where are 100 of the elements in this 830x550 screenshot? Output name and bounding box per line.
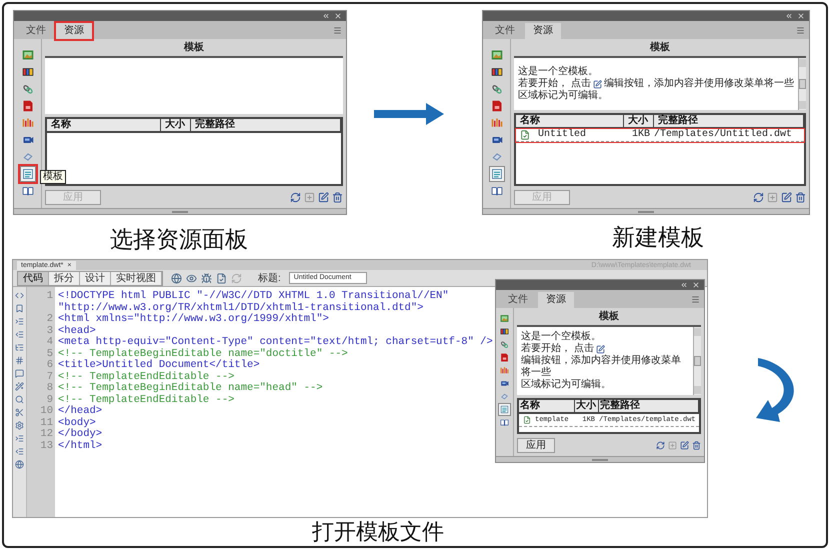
- code-tool-icon[interactable]: [15, 291, 24, 300]
- line-number: 2: [46, 314, 54, 326]
- panel-title: 模板: [648, 40, 671, 55]
- template-row[interactable]: Untitled 1KB /Templates/Untitled.dwt: [516, 129, 804, 142]
- right-arrow: [374, 103, 444, 125]
- view-button[interactable]: 设计: [80, 272, 111, 284]
- code-line: <meta http-equiv="Content-Type" content="text/html; charset=utf-8" />: [58, 337, 493, 348]
- file-icon: [490, 100, 502, 112]
- description-text: 区域标记为可编辑。: [518, 90, 608, 102]
- projector-icon: [490, 134, 502, 146]
- preview-icon[interactable]: [186, 272, 197, 284]
- scrollbar[interactable]: [798, 58, 806, 110]
- edit-icon[interactable]: [781, 192, 792, 202]
- code-line: <!-- TemplateEndEditable -->: [58, 394, 234, 406]
- code-line: </head>: [58, 406, 102, 417]
- apply-button[interactable]: 应用: [517, 438, 555, 452]
- description-text: 这是一个空模板。: [518, 66, 598, 78]
- caption: 打开模板文件: [312, 518, 444, 546]
- delete-icon[interactable]: [795, 192, 806, 202]
- refresh-icon[interactable]: [656, 440, 665, 450]
- column-header[interactable]: 大小: [624, 115, 654, 127]
- code-line: <!DOCTYPE html PUBLIC "-//W3C//DTD XHTML 1.0 Transitional//EN": [58, 291, 449, 302]
- panel-tab[interactable]: 资源: [56, 23, 92, 39]
- picture-icon: [490, 49, 502, 61]
- template-size: 1KB: [630, 129, 651, 141]
- description-text: 这是一个空模板。: [521, 331, 601, 342]
- chain-icon: [490, 83, 502, 95]
- picture-icon: [500, 314, 509, 323]
- line-number: 12: [39, 429, 54, 440]
- code-tool-icon[interactable]: [15, 317, 24, 326]
- code-tool-icon[interactable]: [15, 408, 24, 417]
- book-icon: [500, 418, 509, 427]
- line-number: 6: [46, 360, 54, 372]
- code-line: </body>: [58, 429, 102, 440]
- column-header[interactable]: 大小: [161, 119, 191, 131]
- view-button[interactable]: 代码: [18, 272, 49, 284]
- refresh-icon[interactable]: [753, 192, 764, 202]
- code-line: <body>: [58, 418, 96, 428]
- code-tool-icon[interactable]: [15, 395, 24, 404]
- view-button[interactable]: 实时视图: [111, 272, 162, 284]
- line-number: 13: [39, 440, 54, 452]
- panel-tab[interactable]: 文件: [487, 23, 523, 39]
- code-tool-icon[interactable]: [15, 434, 24, 443]
- line-number: 8: [46, 383, 54, 394]
- code-tool-icon[interactable]: [15, 460, 24, 469]
- code-tool-icon[interactable]: [15, 304, 24, 313]
- line-number: 7: [46, 372, 54, 383]
- line-number: 5: [46, 348, 54, 360]
- bars-icon: [500, 366, 509, 375]
- edit-icon[interactable]: [318, 192, 329, 202]
- delete-icon[interactable]: [332, 192, 343, 202]
- view-button[interactable]: 拆分: [49, 272, 80, 284]
- close-icon[interactable]: [797, 12, 805, 20]
- code-tool-icon[interactable]: [15, 369, 24, 378]
- collapse-icon[interactable]: [785, 12, 793, 20]
- template-name: Untitled: [538, 129, 586, 141]
- scrollbar[interactable]: [693, 327, 701, 395]
- caption: 选择资源面板: [110, 225, 248, 254]
- refresh-icon[interactable]: [290, 192, 301, 202]
- collapse-icon[interactable]: [680, 281, 688, 289]
- collapse-icon[interactable]: [322, 12, 330, 20]
- panel-tab[interactable]: 资源: [525, 23, 561, 39]
- close-icon[interactable]: [334, 12, 342, 20]
- edit-icon[interactable]: [680, 440, 689, 450]
- description-text: 若要开始， 点击: [521, 343, 594, 354]
- book-icon: [490, 185, 502, 197]
- globe-icon[interactable]: [171, 272, 182, 284]
- code-tool-icon[interactable]: [15, 382, 24, 391]
- code-line: <html xmlns="http://www.w3.org/1999/xhtml">: [58, 314, 329, 325]
- code-line: <head>: [58, 326, 96, 337]
- code-tool-icon[interactable]: [15, 330, 24, 339]
- debug-icon[interactable]: [201, 272, 212, 284]
- line-number: 3: [46, 326, 54, 337]
- code-tool-icon[interactable]: [15, 421, 24, 430]
- template-file-icon: [520, 130, 530, 140]
- caption: 新建模板: [612, 223, 704, 252]
- panel-tab[interactable]: 文件: [500, 292, 536, 308]
- line-number: 11: [39, 418, 54, 429]
- template-icon: [22, 168, 34, 180]
- panel-menu-icon[interactable]: [691, 295, 700, 304]
- code-tool-icon[interactable]: [15, 343, 24, 352]
- code-line: </html>: [58, 440, 102, 452]
- picture-icon: [22, 49, 34, 61]
- validate-icon[interactable]: [216, 272, 227, 284]
- close-icon[interactable]: [692, 281, 700, 289]
- column-header[interactable]: 大小: [575, 400, 599, 412]
- description-text: 若要开始， 点击: [518, 78, 591, 90]
- code-tool-icon[interactable]: [15, 356, 24, 365]
- code-line: <title>Untitled Document</title>: [58, 360, 260, 371]
- bars-icon: [22, 117, 34, 129]
- tooltip: 模板: [40, 170, 66, 184]
- panel-title: 模板: [182, 40, 205, 55]
- delete-icon[interactable]: [692, 440, 701, 450]
- panel-menu-icon[interactable]: [333, 26, 342, 35]
- panel-menu-icon[interactable]: [796, 26, 805, 35]
- template-path: /Templates/Untitled.dwt: [654, 129, 794, 141]
- panel-tab[interactable]: 资源: [538, 292, 574, 308]
- panel-tab[interactable]: 文件: [18, 23, 54, 39]
- code-tool-icon[interactable]: [15, 447, 24, 456]
- panel-title: 模板: [598, 310, 620, 324]
